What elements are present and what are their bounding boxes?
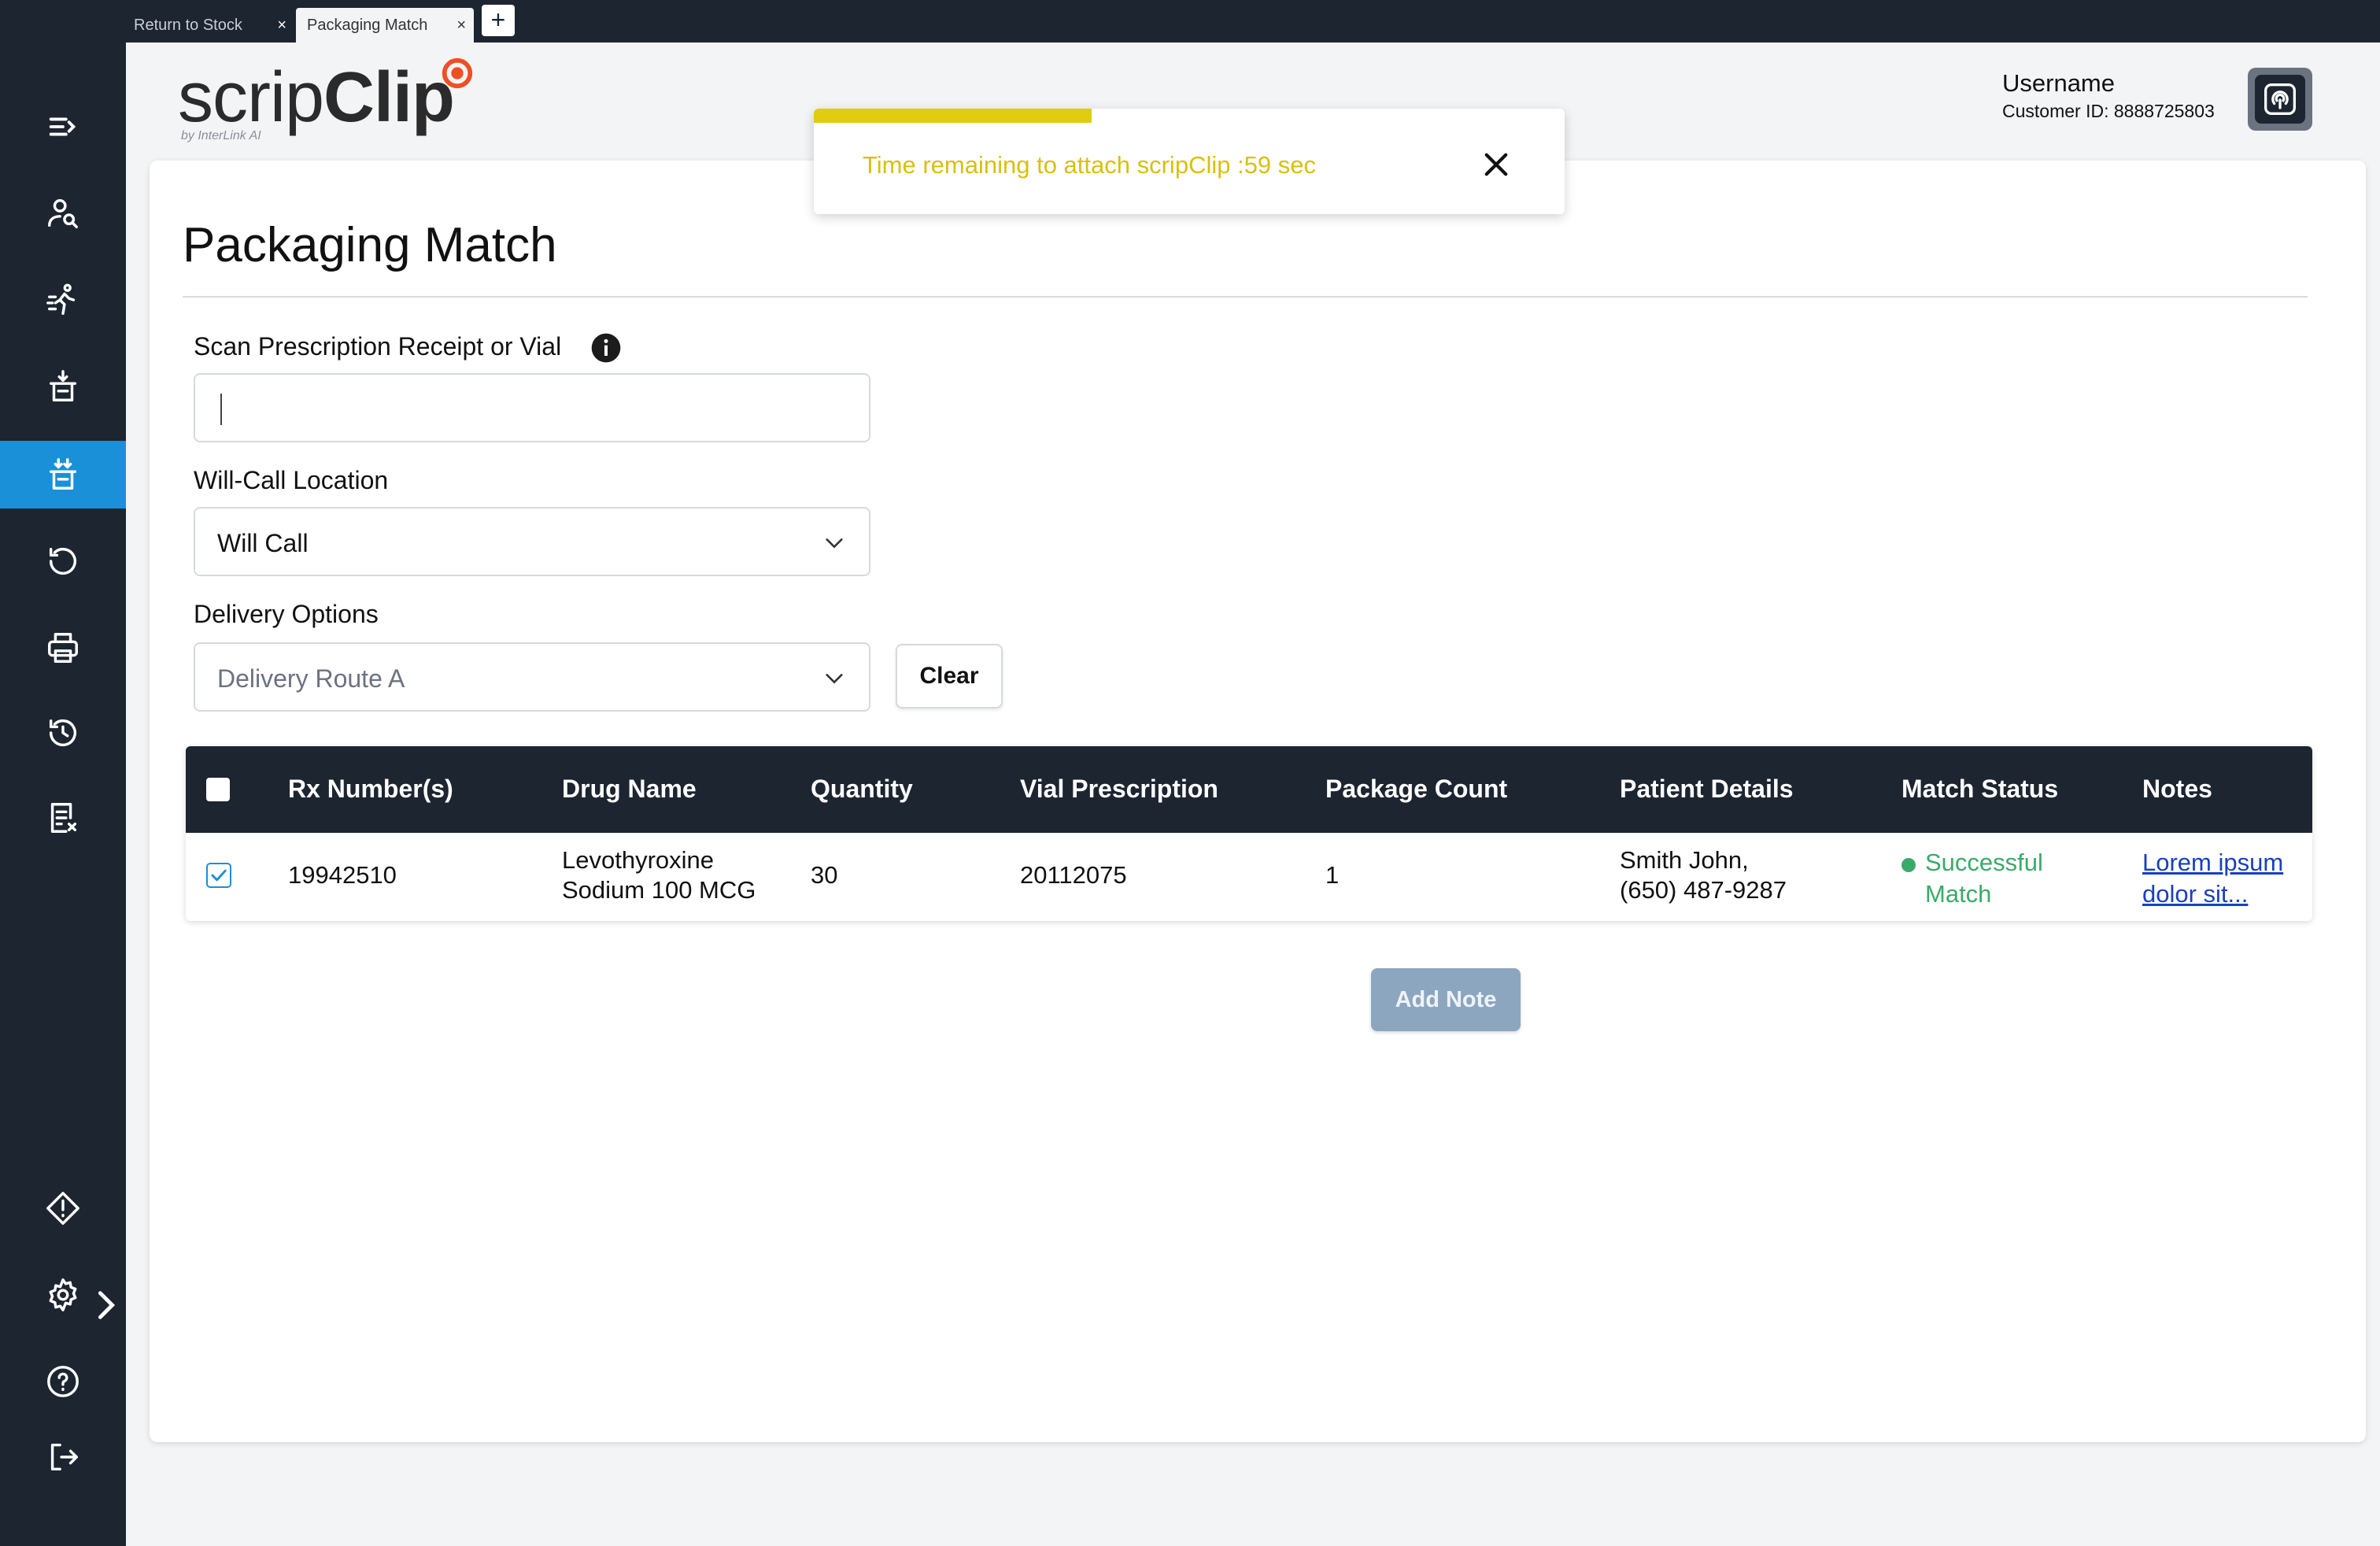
scan-input[interactable] bbox=[194, 373, 870, 442]
scripclip-logo: scripClip by InterLink AI bbox=[178, 49, 493, 143]
timer-toast: Time remaining to attach scripClip :59 s… bbox=[814, 109, 1565, 214]
customer-id: Customer ID: 8888725803 bbox=[2002, 101, 2215, 121]
header-patient-details[interactable]: Patient Details bbox=[1620, 775, 1794, 804]
match-status: Successful Match bbox=[1925, 849, 2043, 908]
delivery-label: Delivery Options bbox=[194, 600, 379, 628]
avatar bbox=[2255, 75, 2305, 124]
header-notes[interactable]: Notes bbox=[2142, 775, 2212, 804]
rx-number: 19942510 bbox=[288, 861, 397, 889]
header-drug-name[interactable]: Drug Name bbox=[562, 775, 697, 804]
sidebar-item-receive[interactable] bbox=[0, 353, 126, 420]
header-package-count[interactable]: Package Count bbox=[1325, 775, 1507, 804]
header-quantity[interactable]: Quantity bbox=[811, 775, 913, 804]
sidebar-item-pickup[interactable] bbox=[0, 266, 126, 334]
browser-tab-bar: Return to Stock × Packaging Match × + bbox=[0, 0, 2380, 43]
main-card: Packaging Match Scan Prescription Receip… bbox=[150, 161, 2366, 1442]
drug-name: Levothyroxine Sodium 100 MCG bbox=[562, 846, 756, 904]
table-header: Rx Number(s) Drug Name Quantity Vial Pre… bbox=[186, 746, 2312, 833]
text-caret bbox=[220, 394, 222, 425]
sidebar bbox=[0, 43, 126, 1546]
new-tab-button[interactable]: + bbox=[482, 5, 515, 36]
user-search-icon bbox=[48, 198, 78, 228]
delivery-select[interactable]: Delivery Route A bbox=[194, 642, 870, 712]
delivery-value: Delivery Route A bbox=[217, 664, 405, 693]
row-checkbox[interactable] bbox=[206, 863, 231, 888]
warning-diamond-icon bbox=[46, 1192, 79, 1225]
chevron-down-icon bbox=[826, 538, 843, 549]
table-row[interactable]: 19942510 Levothyroxine Sodium 100 MCG 30… bbox=[186, 833, 2312, 921]
patient-details: Smith John, (650) 487-9287 bbox=[1620, 846, 1787, 904]
sidebar-item-logout[interactable] bbox=[0, 1423, 126, 1491]
sidebar-item-menu[interactable] bbox=[0, 93, 126, 161]
willcall-value: Will Call bbox=[217, 529, 309, 557]
sidebar-item-return[interactable] bbox=[0, 527, 126, 595]
close-tab-icon[interactable]: × bbox=[456, 17, 466, 33]
clear-button[interactable]: Clear bbox=[896, 644, 1003, 708]
select-all-checkbox[interactable] bbox=[206, 778, 230, 801]
vial-prescription: 20112075 bbox=[1020, 861, 1127, 889]
sidebar-item-print[interactable] bbox=[0, 614, 126, 682]
header-vial-prescription[interactable]: Vial Prescription bbox=[1020, 775, 1218, 804]
logo-wordmark: scripClip bbox=[178, 58, 455, 137]
toast-message: Time remaining to attach scripClip :59 s… bbox=[863, 151, 1317, 179]
title-divider bbox=[183, 296, 2308, 298]
sidebar-item-settings[interactable] bbox=[0, 1261, 126, 1329]
basket-double-download-icon bbox=[49, 458, 77, 490]
logo-target-icon bbox=[442, 57, 473, 89]
sidebar-item-patient-search[interactable] bbox=[0, 179, 126, 247]
sidebar-item-alerts[interactable] bbox=[0, 1174, 126, 1242]
chevron-down-icon bbox=[826, 674, 843, 684]
close-icon[interactable] bbox=[1480, 148, 1513, 181]
receipt-cancel-icon bbox=[50, 803, 77, 833]
status-dot bbox=[1901, 858, 1916, 872]
logo-byline: by InterLink AI bbox=[181, 129, 261, 142]
user-info: Username Customer ID: 8888725803 bbox=[2002, 68, 2238, 123]
help-icon bbox=[47, 1366, 79, 1397]
sidebar-item-void[interactable] bbox=[0, 784, 126, 852]
info-icon[interactable] bbox=[590, 332, 622, 364]
toast-progress-track bbox=[814, 109, 1565, 123]
logout-icon bbox=[50, 1443, 78, 1471]
basket-download-icon bbox=[49, 370, 77, 401]
running-person-icon bbox=[46, 283, 76, 315]
notes-link[interactable]: Lorem ipsum dolor sit... bbox=[2142, 847, 2283, 910]
close-tab-icon[interactable]: × bbox=[277, 17, 286, 33]
gear-icon bbox=[49, 1278, 77, 1311]
tab-return-to-stock[interactable]: Return to Stock × bbox=[123, 8, 294, 43]
scan-label: Scan Prescription Receipt or Vial bbox=[194, 332, 562, 361]
history-icon bbox=[49, 719, 77, 747]
undo-icon bbox=[49, 547, 77, 575]
tab-label: Packaging Match bbox=[307, 16, 428, 34]
quantity: 30 bbox=[811, 861, 838, 889]
tab-label: Return to Stock bbox=[134, 16, 242, 34]
sidebar-item-history[interactable] bbox=[0, 699, 126, 767]
header-rx-number[interactable]: Rx Number(s) bbox=[288, 775, 453, 804]
willcall-select[interactable]: Will Call bbox=[194, 507, 870, 576]
willcall-label: Will-Call Location bbox=[194, 466, 389, 494]
username: Username bbox=[2002, 69, 2115, 97]
chevron-right-icon bbox=[98, 1291, 116, 1319]
package-count: 1 bbox=[1325, 861, 1340, 889]
sidebar-item-help[interactable] bbox=[0, 1348, 126, 1415]
sidebar-item-packaging-match[interactable] bbox=[0, 441, 126, 509]
results-table: Rx Number(s) Drug Name Quantity Vial Pre… bbox=[186, 746, 2312, 921]
printer-icon bbox=[48, 633, 78, 663]
menu-expand-icon bbox=[49, 117, 76, 136]
broadcast-icon bbox=[2264, 83, 2296, 115]
page-title: Packaging Match bbox=[183, 218, 557, 272]
toast-progress-fill bbox=[814, 109, 1092, 123]
tab-packaging-match[interactable]: Packaging Match × bbox=[296, 8, 474, 43]
device-status-button[interactable] bbox=[2248, 68, 2312, 131]
add-note-button[interactable]: Add Note bbox=[1371, 968, 1521, 1031]
checkmark-icon bbox=[211, 869, 227, 882]
header-match-status[interactable]: Match Status bbox=[1901, 775, 2058, 804]
